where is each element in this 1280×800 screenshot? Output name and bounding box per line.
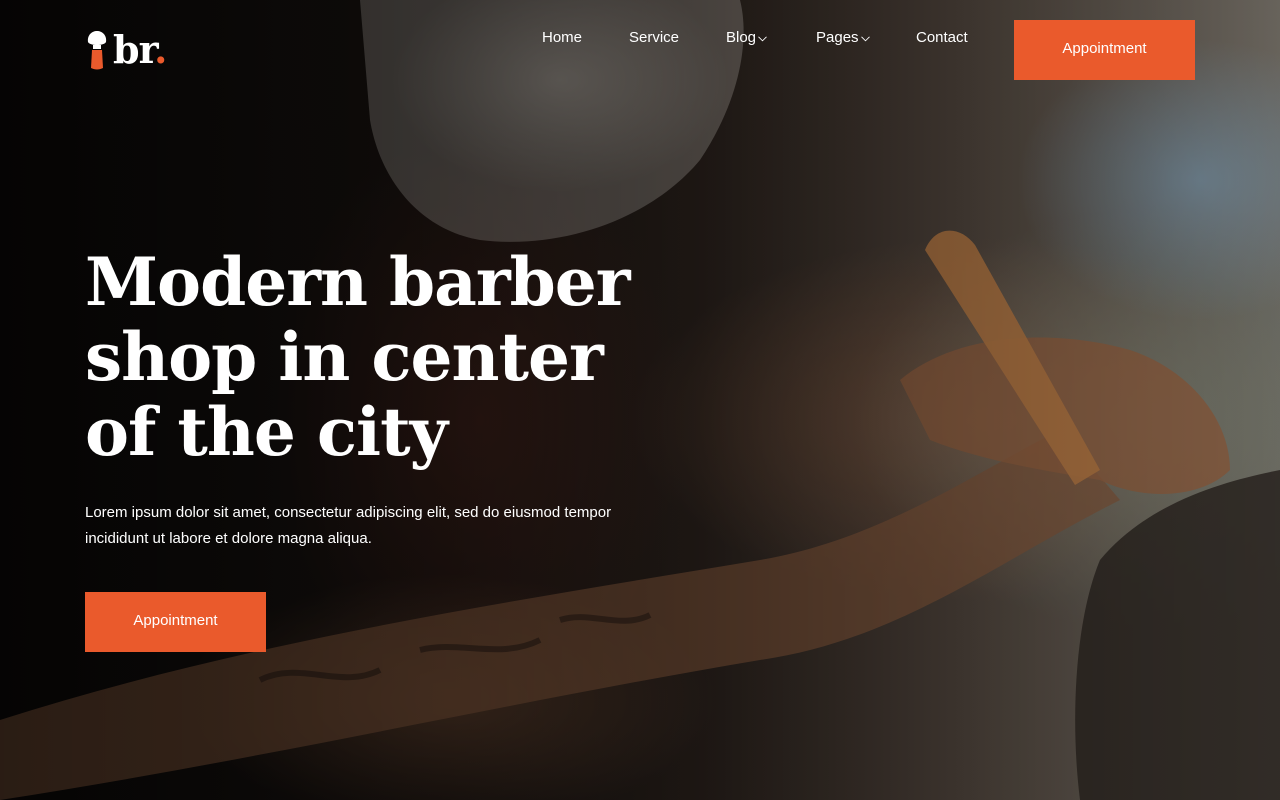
appointment-button-hero[interactable]: Appointment <box>85 592 266 652</box>
hero-title-line-1: Modern barber <box>85 243 631 321</box>
logo-text: br. <box>113 27 167 72</box>
nav-item-blog[interactable]: Blog <box>726 26 767 50</box>
nav-item-home[interactable]: Home <box>542 26 582 50</box>
hero-title-line-3: of the city <box>85 393 448 471</box>
nav-item-label: Contact <box>916 29 968 46</box>
logo-wordmark: br <box>113 27 155 72</box>
nav-item-service[interactable]: Service <box>629 26 679 50</box>
logo[interactable]: br. <box>85 27 167 72</box>
nav-item-label: Service <box>629 29 680 46</box>
logo-dot: . <box>154 27 167 72</box>
nav-item-label: Home <box>542 29 583 46</box>
nav-item-pages[interactable]: Pages <box>816 26 870 50</box>
chevron-down-icon <box>860 36 870 42</box>
hero-title: Modern barber shop in center of the city <box>85 245 645 470</box>
hero-description: Lorem ipsum dolor sit amet, consectetur … <box>85 504 612 547</box>
nav-item-label: Pages <box>816 29 859 46</box>
nav-item-label: Blog <box>726 29 757 46</box>
appointment-button-header[interactable]: Appointment <box>1014 20 1195 80</box>
hero-title-line-2: shop in center <box>85 318 604 396</box>
nav-item-contact[interactable]: Contact <box>916 26 968 50</box>
shaving-brush-icon <box>87 31 107 70</box>
hero-section: br. Home Service Blog Pages Contact Appo… <box>0 0 1280 800</box>
site-header: br. Home Service Blog Pages Contact Appo… <box>0 0 1280 100</box>
chevron-down-icon <box>758 36 767 42</box>
